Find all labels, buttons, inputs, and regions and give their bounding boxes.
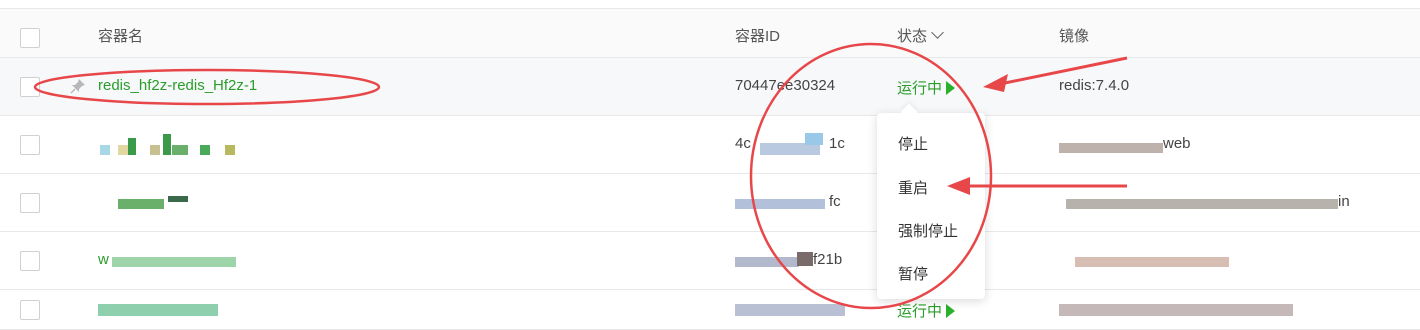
menu-item-restart[interactable]: 重启	[898, 177, 928, 198]
menu-item-force-stop[interactable]: 强制停止	[898, 220, 958, 241]
table-row[interactable]: redis_hf2z-redis_Hf2z-1 70447ee30324 运行中…	[0, 58, 1420, 116]
table-row[interactable]: 运行中	[0, 290, 1420, 330]
container-id-suffix: 1c	[829, 135, 845, 152]
table-row[interactable]: fc in	[0, 174, 1420, 232]
table-row[interactable]: w f21b	[0, 232, 1420, 290]
play-icon[interactable]	[946, 304, 956, 318]
column-header-status[interactable]: 状态	[897, 25, 944, 46]
table-row[interactable]: 4c 1c web	[0, 116, 1420, 174]
row-checkbox[interactable]	[20, 193, 40, 213]
table-header: 容器名 容器ID 状态 镜像	[0, 8, 1420, 58]
container-name-link[interactable]: redis_hf2z-redis_Hf2z-1	[98, 77, 257, 94]
row-checkbox[interactable]	[20, 77, 40, 97]
image-name: redis:7.4.0	[1059, 77, 1130, 94]
column-header-image[interactable]: 镜像	[1059, 25, 1089, 46]
container-id-suffix: f21b	[813, 251, 843, 268]
select-all-checkbox[interactable]	[20, 28, 40, 48]
play-icon[interactable]	[946, 81, 956, 95]
row-checkbox[interactable]	[20, 135, 40, 155]
status-text: 运行中	[897, 303, 943, 320]
status-dropdown[interactable]: 运行中	[897, 300, 956, 321]
status-header-label: 状态	[897, 28, 928, 45]
status-text: 运行中	[897, 80, 943, 97]
pin-icon[interactable]	[70, 78, 86, 94]
container-name-prefix[interactable]: w	[98, 251, 109, 268]
container-id-suffix: fc	[829, 193, 841, 210]
row-checkbox[interactable]	[20, 251, 40, 271]
column-header-name[interactable]: 容器名	[98, 25, 143, 46]
menu-item-pause[interactable]: 暂停	[898, 263, 928, 284]
chevron-down-icon[interactable]	[931, 26, 944, 39]
image-name-suffix: web	[1163, 135, 1191, 152]
column-header-id[interactable]: 容器ID	[735, 25, 780, 46]
row-checkbox[interactable]	[20, 300, 40, 320]
container-id: 70447ee30324	[735, 77, 836, 94]
image-name-suffix: in	[1338, 193, 1350, 210]
menu-item-stop[interactable]: 停止	[898, 133, 928, 154]
status-action-menu: 停止 重启 强制停止 暂停	[877, 103, 985, 299]
status-dropdown[interactable]: 运行中	[897, 77, 956, 98]
